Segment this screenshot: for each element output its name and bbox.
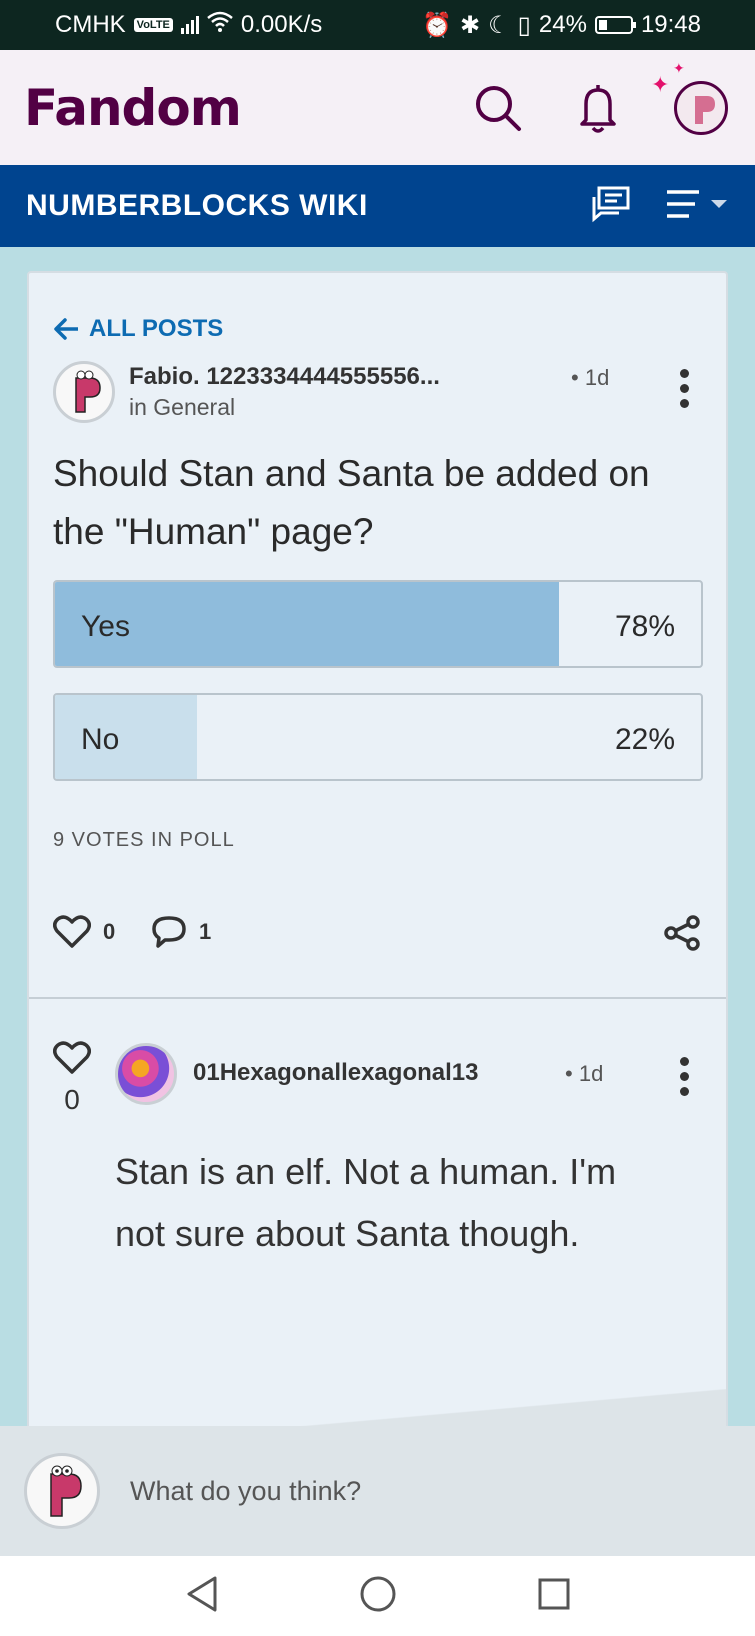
vibrate-icon: ▯ [517,11,531,39]
battery-percent: 24% [538,11,587,38]
user-avatar[interactable]: ✦ ✦ [651,60,731,138]
wifi-icon [207,11,233,40]
battery-icon [594,16,636,34]
poll-option-yes[interactable]: Yes 78% [53,580,703,668]
poll-fill-yes [55,582,559,666]
reply-author-avatar[interactable] [115,1043,177,1105]
fandom-header: Fandom ✦ ✦ [0,50,755,165]
bell-icon[interactable] [571,81,625,135]
comment-icon [152,916,186,948]
reply-like-button[interactable]: 0 [53,1041,91,1116]
menu-icon[interactable] [665,186,729,227]
reply-composer [0,1426,755,1556]
share-icon [664,915,700,951]
poll-votes: 9 VOTES IN POLL [53,829,235,851]
poll-option-percent: 22% [614,723,675,756]
like-count: 0 [103,919,116,944]
comment-count: 1 [199,919,212,944]
post-time: • 1d [571,365,610,390]
avatar-image [674,80,728,135]
share-button[interactable] [663,915,701,951]
reply-author-name[interactable]: 01Hexagonallexagonal13 [193,1059,478,1087]
reply-text: Stan is an elf. Not a human. I'm not sur… [115,1151,617,1254]
composer-avatar [24,1453,100,1529]
all-posts-label: ALL POSTS [89,315,224,342]
home-nav-icon[interactable] [359,1575,397,1618]
reply-more-icon[interactable] [679,1057,689,1096]
poll-option-label: Yes [81,610,130,643]
post-author-row: Fabio. 1223334444555556... • 1d in Gener… [53,361,703,431]
divider [29,997,726,999]
wiki-title[interactable]: NUMBERBLOCKS WIKI [26,189,591,223]
signal-icon [180,16,199,34]
wiki-bar: NUMBERBLOCKS WIKI [0,165,755,247]
moon-icon: ☾ [488,11,510,39]
post-category[interactable]: in General [129,394,235,421]
like-button[interactable]: 0 [53,915,115,949]
status-bar: CMHK VoLTE 0.00K/s ⏰ ✱ ☾ ▯ 24% 19:48 [0,0,755,50]
poll-fill-no [55,695,198,779]
post-more-icon[interactable] [679,369,689,408]
carrier-label: CMHK [55,11,126,38]
recents-nav-icon[interactable] [537,1577,571,1616]
fandom-logo[interactable]: Fandom [24,79,471,137]
comment-button[interactable]: 1 [151,915,211,949]
poll-option-no[interactable]: No 22% [53,693,703,781]
heart-icon [53,915,91,948]
alarm-icon: ⏰ [422,11,453,39]
system-nav-bar [0,1556,755,1636]
sparkle-small-icon: ✦ [673,59,685,76]
all-posts-link[interactable]: ALL POSTS [53,315,223,343]
reply-like-count: 0 [64,1084,80,1115]
network-speed: 0.00K/s [240,11,323,38]
bluetooth-icon: ✱ [460,11,481,39]
search-icon[interactable] [471,81,525,135]
post-title: Should Stan and Santa be added on the "H… [53,453,650,552]
back-nav-icon[interactable] [185,1575,219,1618]
heart-icon [53,1041,91,1074]
poll-option-percent: 78% [614,610,675,643]
author-avatar[interactable] [53,361,115,423]
poll-option-label: No [81,723,120,756]
sparkle-icon: ✦ [651,71,670,97]
reply-time: • 1d [565,1061,604,1086]
volte-badge: VoLTE [133,18,173,32]
arrow-left-icon [54,318,78,340]
reply-input[interactable] [130,1475,690,1507]
post-actions: 0 1 [53,913,703,963]
author-name[interactable]: Fabio. 1223334444555556... [129,363,440,391]
post-card: ALL POSTS Fabio. 1223334444555556... • 1… [27,271,728,1451]
clock: 19:48 [640,11,701,38]
discussions-icon[interactable] [591,185,631,228]
